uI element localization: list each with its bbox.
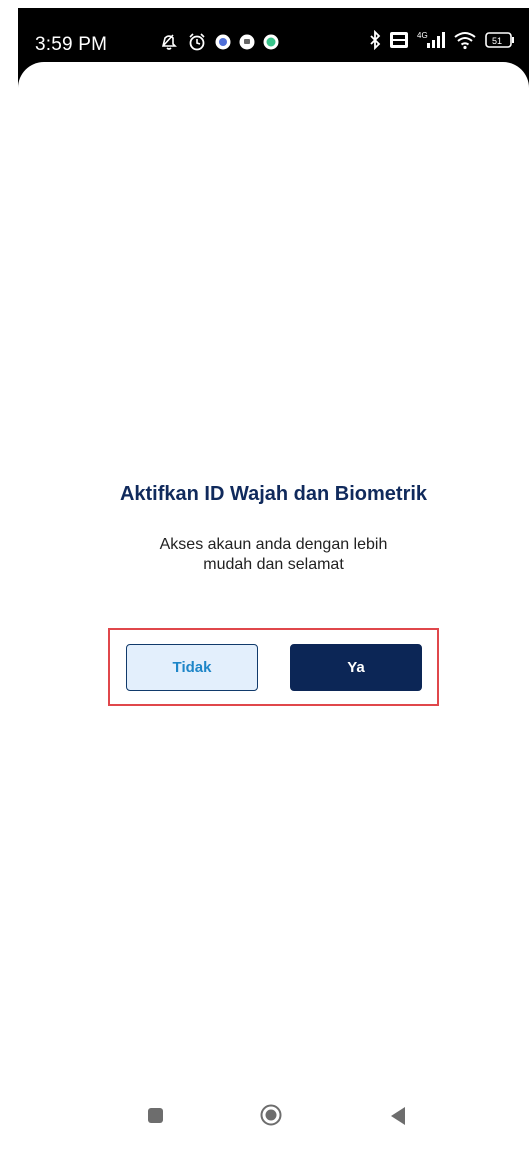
notification-icons — [159, 32, 279, 57]
subtitle-line-1: Akses akaun anda dengan lebih — [159, 536, 388, 553]
navigation-bar — [18, 1094, 529, 1153]
volte-icon — [389, 31, 409, 54]
wifi-icon — [453, 30, 477, 55]
app-notification-icon — [215, 34, 231, 55]
status-time: 3:59 PM — [35, 34, 108, 55]
biometric-sheet: Aktifkan ID Wajah dan Biometrik Akses ak… — [18, 62, 529, 1153]
subtitle-line-2: mudah dan selamat — [203, 556, 344, 573]
message-notification-icon — [263, 34, 279, 55]
yes-button[interactable]: Ya — [290, 644, 422, 691]
status-bar: 3:59 PM 4G 51 — [18, 8, 529, 68]
svg-text:4G: 4G — [417, 31, 428, 40]
svg-text:51: 51 — [492, 36, 502, 46]
recent-apps-icon[interactable] — [148, 1108, 163, 1123]
chat-notification-icon — [239, 34, 255, 55]
phone-screen: 3:59 PM 4G 51 Aktifkan ID Wajah dan Biom… — [18, 8, 529, 1153]
bluetooth-icon — [369, 29, 381, 55]
battery-icon: 51 — [485, 31, 515, 54]
alarm-off-icon — [159, 32, 179, 57]
system-icons: 4G 51 — [369, 29, 515, 55]
dialog-title: Aktifkan ID Wajah dan Biometrik — [119, 483, 428, 505]
dialog-subtitle: Akses akaun anda dengan lebih mudah dan … — [18, 535, 529, 575]
alarm-clock-icon — [187, 32, 207, 57]
no-button[interactable]: Tidak — [126, 644, 258, 691]
back-icon[interactable] — [388, 1105, 408, 1127]
signal-4g-icon: 4G — [417, 30, 445, 55]
home-icon[interactable] — [260, 1104, 282, 1126]
